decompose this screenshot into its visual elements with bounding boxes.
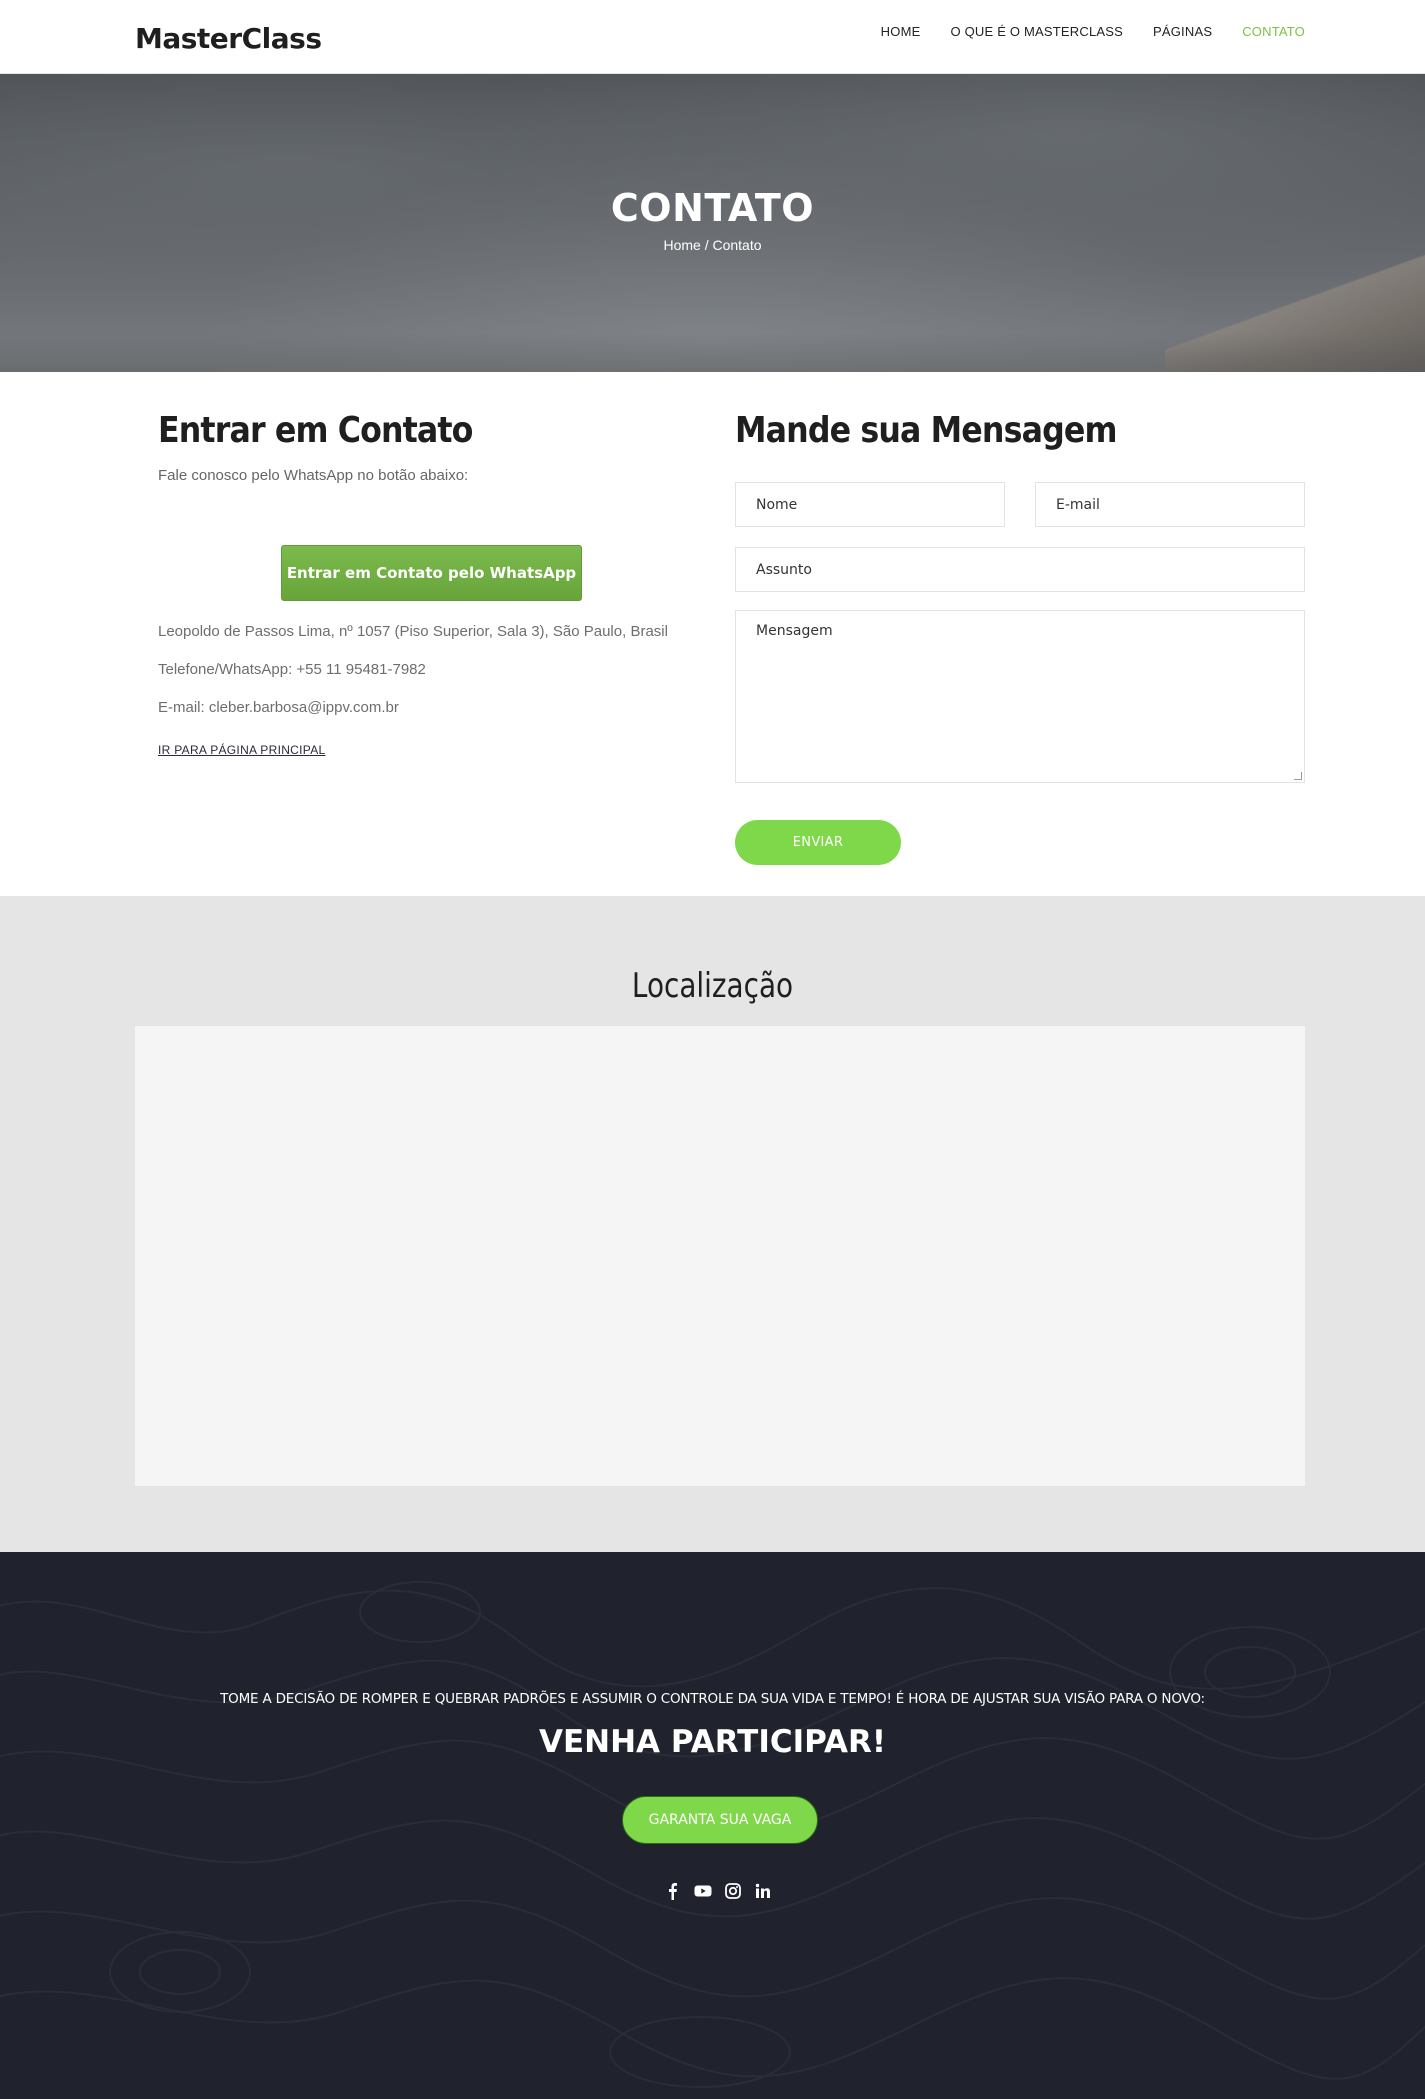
contact-heading: Entrar em Contato [158, 410, 473, 451]
contact-section: Entrar em Contato Fale conosco pelo What… [0, 372, 1425, 896]
youtube-icon[interactable] [694, 1882, 712, 1900]
mountain-ridge-image [0, 332, 1425, 372]
linkedin-icon[interactable] [754, 1882, 772, 1900]
home-page-link[interactable]: IR PARA PÁGINA PRINCIPAL [158, 743, 325, 757]
breadcrumb-current: Contato [712, 237, 762, 253]
email-field[interactable]: E-mail [1035, 482, 1305, 527]
instagram-icon[interactable] [724, 1882, 742, 1900]
breadcrumb-separator: / [704, 237, 709, 253]
nav-item-contato[interactable]: CONTATO [1242, 24, 1305, 39]
message-textarea[interactable]: Mensagem [735, 610, 1305, 783]
subject-field[interactable]: Assunto [735, 547, 1305, 592]
whatsapp-button[interactable]: Entrar em Contato pelo WhatsApp [281, 545, 582, 601]
resize-handle-icon[interactable] [1294, 772, 1302, 780]
hero-banner: CONTATO Home / Contato [0, 74, 1425, 372]
page-title: CONTATO [610, 186, 815, 230]
footer-headline: VENHA PARTICIPAR! [538, 1724, 887, 1760]
main-nav: HOME O QUE É O MASTERCLASS PÁGINAS CONTA… [851, 24, 1305, 39]
location-title: Localização [631, 966, 794, 1006]
navbar: MasterClass HOME O QUE É O MASTERCLASS P… [0, 0, 1425, 74]
location-section: Localização [0, 896, 1425, 1552]
form-heading: Mande sua Mensagem [735, 410, 1117, 451]
contact-lead: Fale conosco pelo WhatsApp no botão abai… [158, 467, 469, 484]
cta-button[interactable]: GARANTA SUA VAGA [622, 1796, 818, 1844]
footer: TOME A DECISÃO DE ROMPER E QUEBRAR PADRÕ… [0, 1552, 1425, 2099]
brand-logo[interactable]: MasterClass [135, 22, 322, 55]
social-links [664, 1882, 772, 1900]
address-text: Leopoldo de Passos Lima, nº 1057 (Piso S… [158, 623, 668, 640]
breadcrumb-home[interactable]: Home [663, 237, 700, 253]
nav-item-home[interactable]: HOME [881, 24, 921, 39]
message-form: Mande sua Mensagem Nome E-mail Assunto M… [735, 410, 1305, 865]
message-placeholder: Mensagem [756, 623, 833, 639]
map-embed[interactable] [135, 1026, 1305, 1486]
footer-tagline: TOME A DECISÃO DE ROMPER E QUEBRAR PADRÕ… [220, 1691, 1205, 1707]
breadcrumb: Home / Contato [0, 237, 1425, 253]
phone-text: Telefone/WhatsApp: +55 11 95481-7982 [158, 661, 426, 678]
nav-item-o-que-e[interactable]: O QUE É O MASTERCLASS [950, 24, 1123, 39]
facebook-icon[interactable] [664, 1882, 682, 1900]
email-text: E-mail: cleber.barbosa@ippv.com.br [158, 699, 399, 716]
contact-info: Entrar em Contato Fale conosco pelo What… [158, 410, 688, 757]
nav-item-paginas[interactable]: PÁGINAS [1153, 24, 1212, 39]
name-field[interactable]: Nome [735, 482, 1005, 527]
send-button[interactable]: ENVIAR [735, 820, 901, 865]
